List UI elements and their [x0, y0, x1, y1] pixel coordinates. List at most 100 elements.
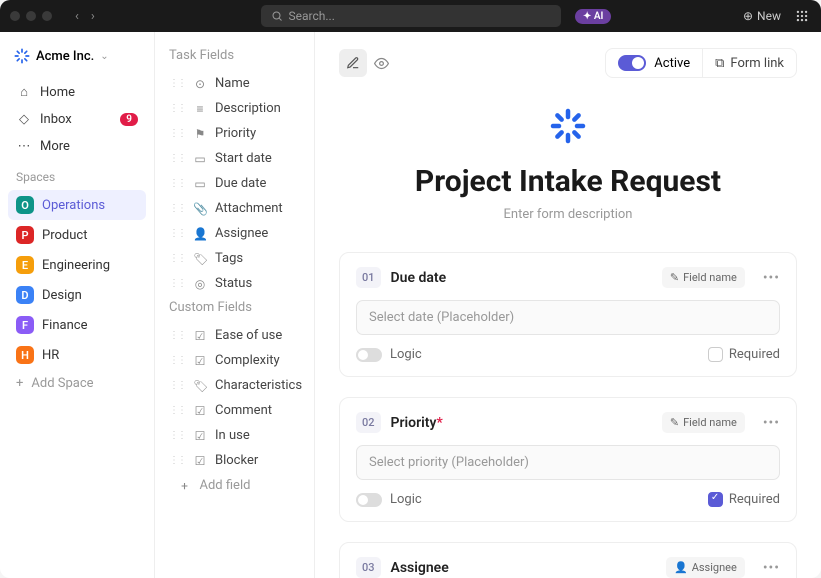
drag-handle-icon[interactable]: ⋮⋮	[169, 253, 185, 264]
form-builder-canvas: Active ⧉ Form link Project Intake Reques…	[315, 32, 821, 578]
field-more-icon[interactable]: •••	[763, 270, 780, 286]
task-field-assignee[interactable]: ⋮⋮ 👤 Assignee	[155, 221, 314, 246]
field-label: Status	[215, 276, 252, 291]
custom-field-characteristics[interactable]: ⋮⋮🏷Characteristics	[155, 373, 314, 398]
apps-grid-icon[interactable]	[795, 9, 809, 23]
form-field-card-assignee[interactable]: 03 Assignee 👤Assignee •••	[339, 542, 797, 578]
field-label: Comment	[215, 403, 272, 418]
sidebar: Acme Inc. ⌄ ⌂ Home ◇ Inbox 9 ⋯ More Spac…	[0, 32, 155, 578]
field-placeholder-input[interactable]: Select date (Placeholder)	[356, 300, 780, 335]
field-type-icon: ◎	[193, 277, 207, 291]
field-label: Priority	[215, 126, 256, 141]
space-item-design[interactable]: DDesign	[8, 280, 146, 310]
task-field-status[interactable]: ⋮⋮ ◎ Status	[155, 271, 314, 296]
drag-handle-icon[interactable]: ⋮⋮	[169, 455, 185, 466]
field-more-icon[interactable]: •••	[763, 560, 780, 576]
drag-handle-icon[interactable]: ⋮⋮	[169, 430, 185, 441]
space-item-hr[interactable]: HHR	[8, 340, 146, 370]
task-field-attachment[interactable]: ⋮⋮📎Attachment	[155, 196, 314, 221]
drag-handle-icon[interactable]: ⋮⋮	[169, 153, 185, 164]
field-label: Attachment	[215, 201, 283, 216]
drag-handle-icon[interactable]: ⋮⋮	[169, 380, 185, 391]
task-field-priority[interactable]: ⋮⋮ ⚑ Priority	[155, 121, 314, 146]
field-type-icon: 👤	[193, 227, 207, 241]
field-label: Assignee	[215, 226, 268, 241]
space-item-product[interactable]: P Product	[8, 220, 146, 250]
field-more-icon[interactable]: •••	[763, 415, 780, 431]
workspace-switcher[interactable]: Acme Inc. ⌄	[8, 44, 146, 68]
drag-handle-icon[interactable]: ⋮⋮	[169, 405, 185, 416]
logic-label: Logic	[390, 347, 422, 362]
required-checkbox[interactable]	[708, 492, 723, 507]
field-chip[interactable]: ✎Field name	[662, 412, 745, 433]
space-label: Product	[42, 228, 87, 243]
form-field-card-priority[interactable]: 02 Priority* ✎Field name ••• Select prio…	[339, 397, 797, 522]
nav-forward-icon[interactable]: ›	[91, 9, 95, 24]
custom-field-ease-of-use[interactable]: ⋮⋮☑Ease of use	[155, 323, 314, 348]
inbox-icon: ◇	[16, 112, 32, 127]
workspace-icon	[14, 48, 30, 64]
space-item-finance[interactable]: FFinance	[8, 310, 146, 340]
logic-toggle[interactable]	[356, 348, 382, 362]
global-search[interactable]: Search...	[261, 5, 561, 27]
nav-back-icon[interactable]: ‹	[75, 9, 79, 24]
form-field-card-due-date[interactable]: 01 Due date ✎Field name ••• Select date …	[339, 252, 797, 377]
task-field-start-date[interactable]: ⋮⋮▭Start date	[155, 146, 314, 171]
task-field-due-date[interactable]: ⋮⋮▭Due date	[155, 171, 314, 196]
space-item-operations[interactable]: OOperations	[8, 190, 146, 220]
nav-inbox[interactable]: ◇ Inbox 9	[8, 106, 146, 133]
field-chip[interactable]: ✎Field name	[662, 267, 745, 288]
window-controls[interactable]	[10, 11, 52, 21]
add-space-button[interactable]: + Add Space	[8, 370, 146, 397]
copy-icon: ⧉	[715, 56, 724, 71]
field-type-icon: ☑	[193, 354, 207, 368]
logic-label: Logic	[390, 492, 422, 507]
drag-handle-icon[interactable]: ⋮⋮	[169, 128, 185, 139]
custom-fields-header: Custom Fields	[155, 296, 314, 323]
task-field-tags[interactable]: ⋮⋮ 🏷 Tags	[155, 246, 314, 271]
field-type-icon: ☑	[193, 454, 207, 468]
chip-icon: ✎	[670, 271, 679, 284]
required-checkbox[interactable]	[708, 347, 723, 362]
field-placeholder-input[interactable]: Select priority (Placeholder)	[356, 445, 780, 480]
form-link-button[interactable]: ⧉ Form link	[703, 49, 796, 77]
drag-handle-icon[interactable]: ⋮⋮	[169, 78, 185, 89]
drag-handle-icon[interactable]: ⋮⋮	[169, 203, 185, 214]
add-field-button[interactable]: + Add field	[155, 473, 314, 498]
drag-handle-icon[interactable]: ⋮⋮	[169, 103, 185, 114]
form-description[interactable]: Enter form description	[339, 207, 797, 222]
new-button[interactable]: ⊕ New	[743, 9, 781, 23]
custom-field-in-use[interactable]: ⋮⋮☑In use	[155, 423, 314, 448]
drag-handle-icon[interactable]: ⋮⋮	[169, 278, 185, 289]
plus-icon: +	[16, 376, 23, 391]
drag-handle-icon[interactable]: ⋮⋮	[169, 355, 185, 366]
space-badge-icon: O	[16, 196, 34, 214]
space-badge-icon: D	[16, 286, 34, 304]
custom-field-complexity[interactable]: ⋮⋮☑Complexity	[155, 348, 314, 373]
ai-badge[interactable]: ✦ AI	[575, 9, 611, 24]
custom-field-comment[interactable]: ⋮⋮☑Comment	[155, 398, 314, 423]
spaces-header: Spaces	[8, 160, 146, 190]
custom-field-blocker[interactable]: ⋮⋮☑Blocker	[155, 448, 314, 473]
field-type-icon: ▭	[193, 177, 207, 191]
active-toggle[interactable]: Active	[606, 49, 703, 77]
nav-more[interactable]: ⋯ More	[8, 133, 146, 160]
task-field-description[interactable]: ⋮⋮≡Description	[155, 96, 314, 121]
form-title[interactable]: Project Intake Request	[339, 164, 797, 199]
field-type-icon: ⚑	[193, 127, 207, 141]
space-item-engineering[interactable]: EEngineering	[8, 250, 146, 280]
chip-icon: ✎	[670, 416, 679, 429]
field-chip[interactable]: 👤Assignee	[666, 557, 745, 578]
logic-toggle[interactable]	[356, 493, 382, 507]
edit-mode-button[interactable]	[339, 49, 367, 77]
plus-icon: +	[177, 479, 191, 493]
preview-mode-button[interactable]	[367, 49, 395, 77]
space-badge-icon: P	[16, 226, 34, 244]
drag-handle-icon[interactable]: ⋮⋮	[169, 178, 185, 189]
field-label: Tags	[215, 251, 243, 266]
drag-handle-icon[interactable]: ⋮⋮	[169, 330, 185, 341]
drag-handle-icon[interactable]: ⋮⋮	[169, 228, 185, 239]
nav-home[interactable]: ⌂ Home	[8, 78, 146, 106]
task-field-name[interactable]: ⋮⋮⊙Name	[155, 71, 314, 96]
field-type-icon: 🏷	[193, 252, 207, 266]
